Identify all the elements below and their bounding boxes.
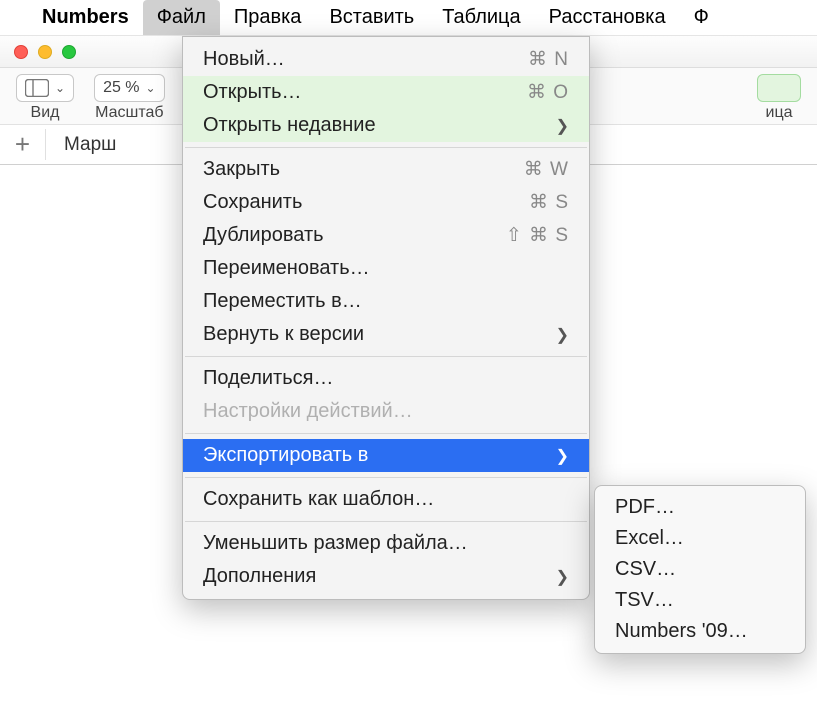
- menu-separator: [185, 147, 587, 148]
- menu-edit[interactable]: Правка: [220, 0, 316, 35]
- add-sheet-button[interactable]: +: [0, 129, 46, 160]
- menu-item-close[interactable]: Закрыть⌘ W: [183, 153, 589, 186]
- zoom-value: 25 %: [103, 79, 139, 97]
- tool-table-label: ица: [766, 104, 793, 122]
- chevron-down-icon: ⌄: [55, 81, 65, 95]
- tool-view[interactable]: ⌄ Вид: [16, 74, 74, 122]
- menu-item-save[interactable]: Сохранить⌘ S: [183, 186, 589, 219]
- menu-item-open-recent[interactable]: Открыть недавние❯: [183, 109, 589, 142]
- submenu-item-excel[interactable]: Excel…: [595, 523, 805, 554]
- menu-item-export[interactable]: Экспортировать в❯: [183, 439, 589, 472]
- menu-insert[interactable]: Вставить: [315, 0, 428, 35]
- chevron-right-icon: ❯: [556, 116, 569, 136]
- menu-item-open[interactable]: Открыть…⌘ O: [183, 76, 589, 109]
- sheet-tab[interactable]: Марш: [46, 134, 134, 156]
- menu-item-new[interactable]: Новый…⌘ N: [183, 43, 589, 76]
- shortcut: ⇧ ⌘ S: [506, 224, 569, 247]
- sheet-name: Марш: [64, 134, 116, 156]
- chevron-right-icon: ❯: [556, 325, 569, 345]
- window-zoom-button[interactable]: [62, 45, 76, 59]
- chevron-right-icon: ❯: [556, 446, 569, 466]
- menu-format-cut[interactable]: Ф: [680, 0, 709, 35]
- shortcut: ⌘ S: [529, 191, 569, 214]
- chevron-right-icon: ❯: [556, 567, 569, 587]
- tool-table-trunc[interactable]: ица: [757, 74, 801, 122]
- shortcut: ⌘ N: [528, 48, 569, 71]
- menu-arrange[interactable]: Расстановка: [535, 0, 680, 35]
- menu-item-reduce-size[interactable]: Уменьшить размер файла…: [183, 527, 589, 560]
- submenu-item-pdf[interactable]: PDF…: [595, 492, 805, 523]
- menu-item-move-to[interactable]: Переместить в…: [183, 285, 589, 318]
- window-minimize-button[interactable]: [38, 45, 52, 59]
- chevron-down-icon: ⌄: [146, 81, 156, 95]
- menu-separator: [185, 477, 587, 478]
- menu-item-duplicate[interactable]: Дублировать⇧ ⌘ S: [183, 219, 589, 252]
- file-menu-dropdown: Новый…⌘ N Открыть…⌘ O Открыть недавние❯ …: [182, 36, 590, 600]
- tool-view-label: Вид: [31, 104, 60, 122]
- submenu-item-tsv[interactable]: TSV…: [595, 585, 805, 616]
- menubar: Numbers Файл Правка Вставить Таблица Рас…: [0, 0, 817, 36]
- menu-item-revert[interactable]: Вернуть к версии❯: [183, 318, 589, 351]
- sidebar-icon: [25, 79, 49, 97]
- submenu-item-numbers09[interactable]: Numbers '09…: [595, 616, 805, 647]
- menu-item-action-settings: Настройки действий…: [183, 395, 589, 428]
- shortcut: ⌘ W: [524, 158, 569, 181]
- tool-zoom[interactable]: 25 % ⌄ Масштаб: [94, 74, 165, 122]
- menu-table[interactable]: Таблица: [428, 0, 534, 35]
- shortcut: ⌘ O: [527, 81, 569, 104]
- menu-item-rename[interactable]: Переименовать…: [183, 252, 589, 285]
- window-close-button[interactable]: [14, 45, 28, 59]
- tool-zoom-label: Масштаб: [95, 104, 163, 122]
- menu-item-share[interactable]: Поделиться…: [183, 362, 589, 395]
- menu-separator: [185, 521, 587, 522]
- menu-app[interactable]: Numbers: [28, 0, 143, 35]
- menu-file[interactable]: Файл: [143, 0, 220, 35]
- submenu-item-csv[interactable]: CSV…: [595, 554, 805, 585]
- menu-item-save-template[interactable]: Сохранить как шаблон…: [183, 483, 589, 516]
- export-submenu: PDF… Excel… CSV… TSV… Numbers '09…: [594, 485, 806, 654]
- menu-item-extras[interactable]: Дополнения❯: [183, 560, 589, 593]
- menu-separator: [185, 356, 587, 357]
- menu-separator: [185, 433, 587, 434]
